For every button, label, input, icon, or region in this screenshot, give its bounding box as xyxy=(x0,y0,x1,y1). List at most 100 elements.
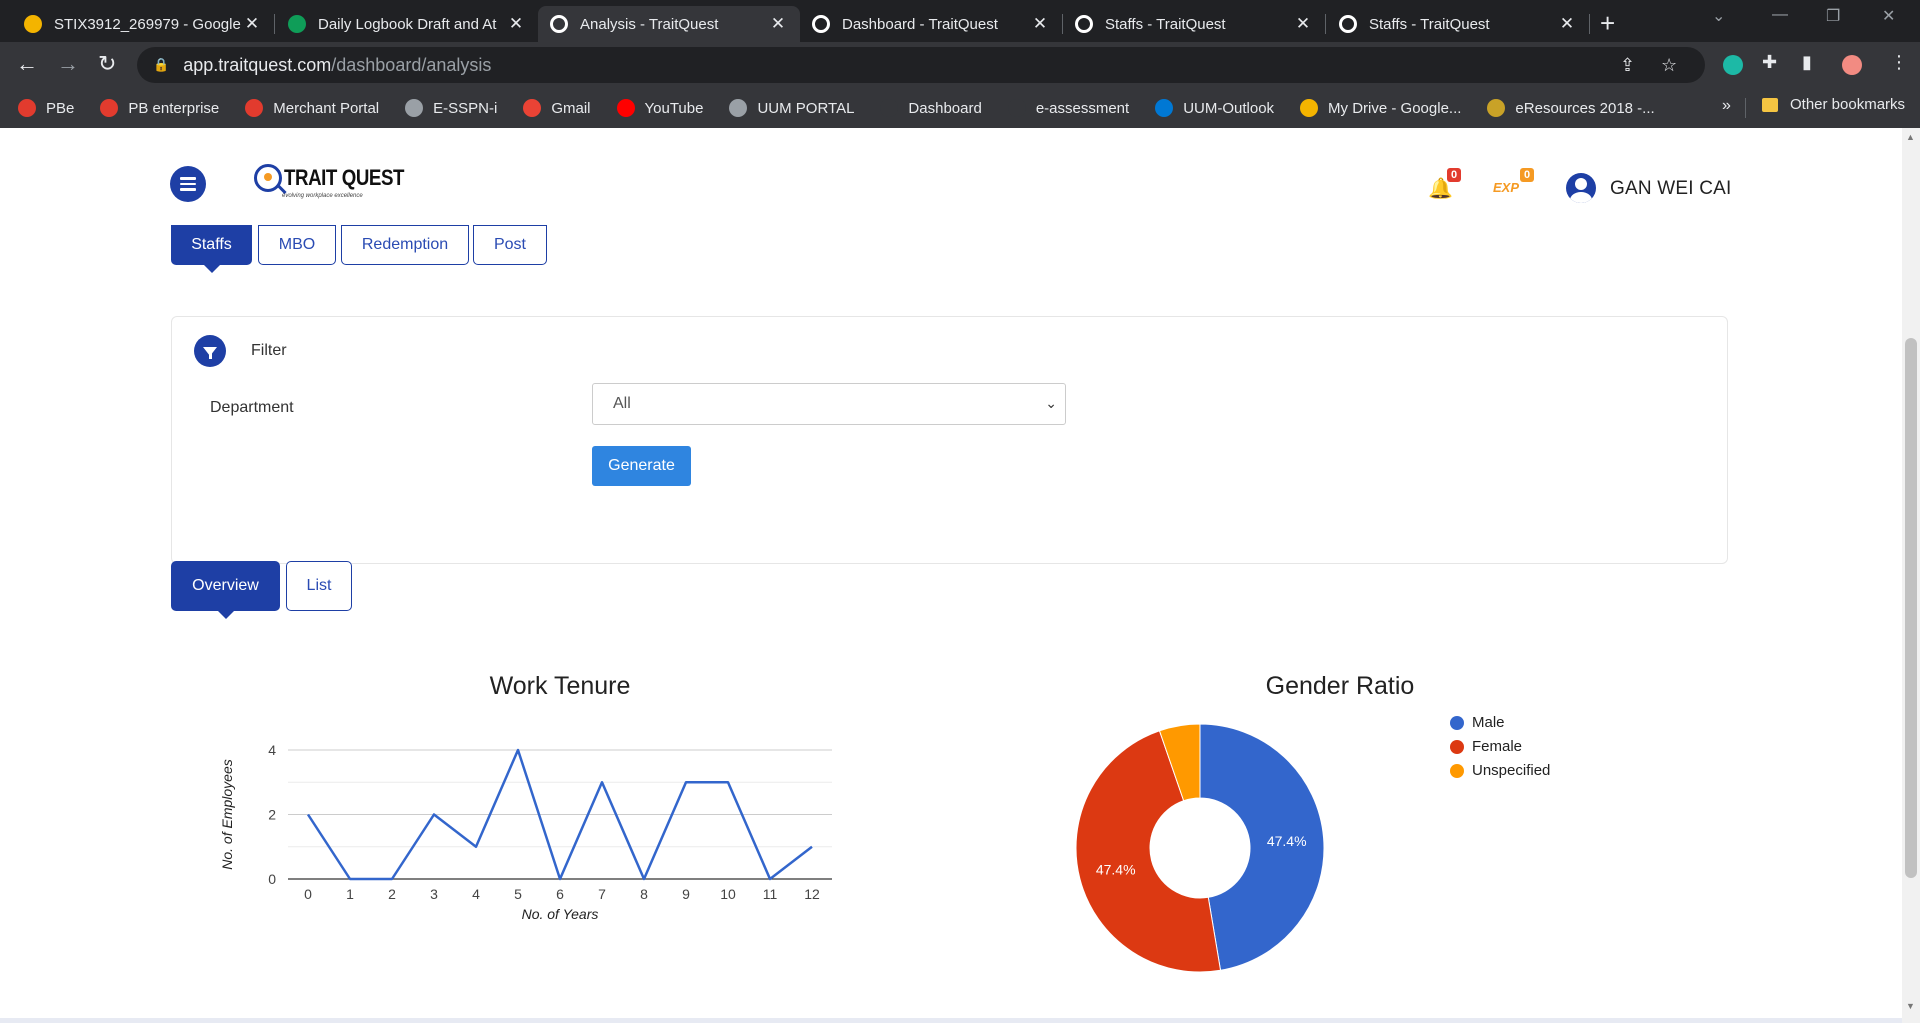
browser-tab[interactable]: Daily Logbook Draft and At ✕ xyxy=(276,6,539,42)
bookmarks-overflow-icon[interactable]: » xyxy=(1722,97,1731,115)
bookmark-item[interactable]: Dashboard xyxy=(880,99,982,117)
y-tick-label: 2 xyxy=(268,807,276,823)
scroll-up-arrow-icon[interactable]: ▲ xyxy=(1906,132,1915,142)
tab-close-icon[interactable]: ✕ xyxy=(1030,14,1050,34)
bookmark-item[interactable]: PBe xyxy=(18,99,74,117)
window-close-icon[interactable]: ✕ xyxy=(1882,6,1895,26)
forward-icon[interactable]: → xyxy=(57,51,79,77)
user-avatar[interactable] xyxy=(1566,173,1596,203)
page-scrollbar[interactable]: ▲ ▼ xyxy=(1902,128,1920,1023)
exp-icon[interactable]: EXP xyxy=(1493,180,1519,195)
hamburger-menu-button[interactable] xyxy=(170,166,206,202)
bookmark-item[interactable]: eResources 2018 -... xyxy=(1487,99,1655,117)
tab-mbo[interactable]: MBO xyxy=(258,225,336,265)
x-tick-label: 12 xyxy=(804,886,820,902)
filter-card: Filter Department All ⌄ Generate xyxy=(171,316,1728,564)
traitquest-logo[interactable]: TRAIT QUEST evolving workplace excellenc… xyxy=(254,164,425,199)
bookmark-item[interactable]: Merchant Portal xyxy=(245,99,379,117)
x-tick-label: 3 xyxy=(430,886,438,902)
bookmark-item[interactable]: e-assessment xyxy=(1007,99,1129,117)
side-panel-icon[interactable]: ▮ xyxy=(1802,52,1812,73)
bookmark-favicon-icon xyxy=(616,99,635,117)
bookmark-item[interactable]: UUM PORTAL xyxy=(729,99,854,117)
tab-close-icon[interactable]: ✕ xyxy=(768,14,788,34)
x-tick-label: 7 xyxy=(598,886,606,902)
x-tick-label: 0 xyxy=(304,886,312,902)
bookmark-label: YouTube xyxy=(644,99,704,117)
x-tick-label: 5 xyxy=(514,886,522,902)
tab-close-icon[interactable]: ✕ xyxy=(242,14,262,34)
tab-search-icon[interactable]: ⌄ xyxy=(1712,6,1725,26)
tab-list[interactable]: List xyxy=(286,561,352,611)
new-tab-button[interactable]: + xyxy=(1600,8,1615,39)
generate-button[interactable]: Generate xyxy=(592,446,691,486)
sheets-icon xyxy=(288,15,306,33)
department-selected-value: All xyxy=(613,395,631,412)
tab-post[interactable]: Post xyxy=(473,225,547,265)
browser-tab[interactable]: Staffs - TraitQuest ✕ xyxy=(1063,6,1326,42)
tab-staffs[interactable]: Staffs xyxy=(171,225,252,273)
share-icon[interactable]: ⇪ xyxy=(1620,55,1635,76)
department-select[interactable]: All ⌄ xyxy=(592,383,1066,425)
tab-close-icon[interactable]: ✕ xyxy=(1557,14,1577,34)
bookmark-favicon-icon xyxy=(245,99,264,117)
browser-menu-icon[interactable]: ⋮ xyxy=(1890,52,1908,73)
bookmark-favicon-icon xyxy=(729,99,748,117)
legend-item: Male xyxy=(1450,714,1505,731)
tab-close-icon[interactable]: ✕ xyxy=(1293,14,1313,34)
profile-avatar-icon[interactable] xyxy=(1842,55,1862,75)
notification-count-badge: 0 xyxy=(1447,168,1462,182)
page-bottom-divider xyxy=(0,1018,1902,1023)
bookmark-item[interactable]: My Drive - Google... xyxy=(1300,99,1461,117)
x-tick-label: 1 xyxy=(346,886,354,902)
bookmark-favicon-icon xyxy=(523,99,542,117)
filter-funnel-icon xyxy=(194,335,226,367)
y-tick-label: 0 xyxy=(268,871,276,887)
browser-tab-title: Staffs - TraitQuest xyxy=(1369,15,1490,33)
tab-redemption[interactable]: Redemption xyxy=(341,225,469,265)
bookmark-item[interactable]: PB enterprise xyxy=(100,99,219,117)
other-bookmarks[interactable]: Other bookmarks xyxy=(1762,96,1905,113)
bookmark-favicon-icon xyxy=(405,99,424,117)
bookmark-label: PBe xyxy=(46,99,75,117)
tab-post-label: Post xyxy=(493,236,526,253)
back-icon[interactable]: ← xyxy=(16,51,38,77)
scrollbar-thumb[interactable] xyxy=(1905,338,1917,878)
slice-data-label: 47.4% xyxy=(1267,833,1307,849)
scroll-down-arrow-icon[interactable]: ▼ xyxy=(1906,1001,1915,1011)
legend-swatch xyxy=(1450,739,1464,754)
extensions-puzzle-icon[interactable]: ✚ xyxy=(1762,52,1777,73)
bookmark-item[interactable]: Gmail xyxy=(523,99,591,117)
reload-icon[interactable]: ↻ xyxy=(98,51,116,77)
browser-tab[interactable]: Analysis - TraitQuest ✕ xyxy=(538,6,800,42)
tab-mbo-label: MBO xyxy=(278,236,316,253)
bookmark-label: PB enterprise xyxy=(128,99,220,117)
tab-close-icon[interactable]: ✕ xyxy=(506,14,526,34)
bookmark-label: Merchant Portal xyxy=(273,99,380,117)
bookmark-item[interactable]: YouTube xyxy=(616,99,704,117)
user-name[interactable]: GAN WEI CAI xyxy=(1610,178,1732,200)
bookmark-favicon-icon xyxy=(880,99,899,117)
x-tick-label: 10 xyxy=(720,886,736,902)
browser-tab[interactable]: Dashboard - TraitQuest ✕ xyxy=(800,6,1063,42)
bookmark-star-icon[interactable]: ☆ xyxy=(1661,55,1677,76)
bookmark-label: Dashboard xyxy=(908,99,982,117)
minimize-icon[interactable]: — xyxy=(1772,6,1788,24)
bookmark-item[interactable]: E-SSPN-i xyxy=(405,99,497,117)
traitquest-icon xyxy=(1339,15,1357,33)
gender-ratio-title: Gender Ratio xyxy=(1265,672,1415,700)
browser-tab[interactable]: STIX3912_269979 - Google ✕ xyxy=(12,6,275,42)
bookmark-favicon-icon xyxy=(18,99,36,117)
x-tick-label: 11 xyxy=(763,886,778,902)
filter-title: Filter xyxy=(251,342,287,359)
tab-overview[interactable]: Overview xyxy=(171,561,280,619)
browser-tab-title: Dashboard - TraitQuest xyxy=(842,15,998,33)
google-drive-icon xyxy=(24,15,42,33)
address-bar[interactable]: 🔒 app.traitquest.com/dashboard/analysis … xyxy=(137,47,1705,83)
browser-tab[interactable]: Staffs - TraitQuest ✕ xyxy=(1327,6,1590,42)
url-path: /dashboard/analysis xyxy=(331,54,492,75)
bookmark-item[interactable]: UUM-Outlook xyxy=(1155,99,1274,117)
logo-text: TRAIT QUEST xyxy=(284,165,404,190)
restore-icon[interactable]: ❐ xyxy=(1826,6,1840,26)
extension-m-icon[interactable] xyxy=(1723,55,1743,75)
